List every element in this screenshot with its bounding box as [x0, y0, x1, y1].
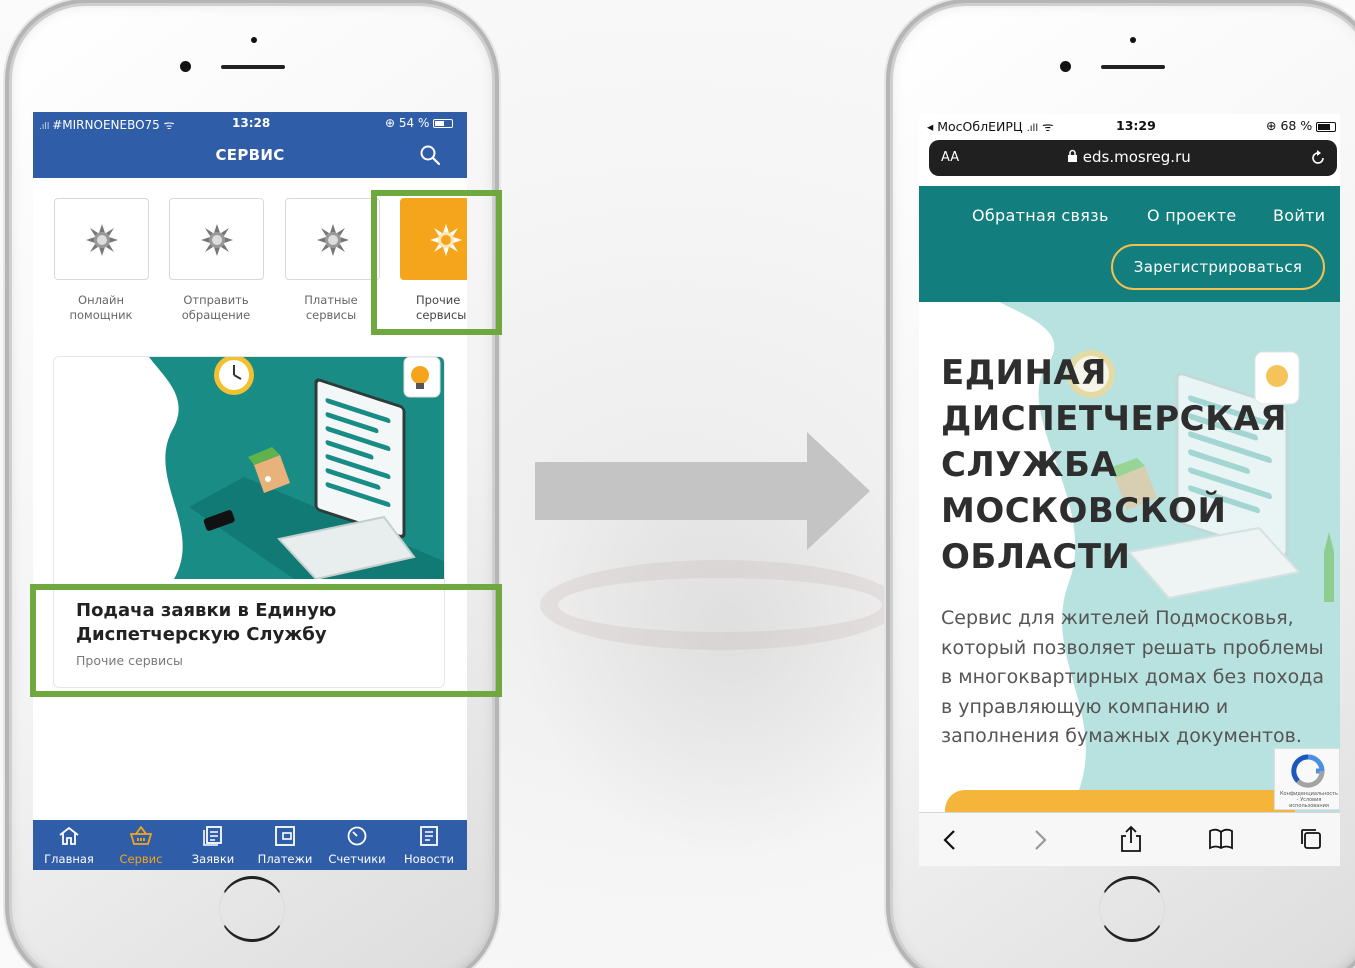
tab-home[interactable]: Главная — [33, 820, 105, 870]
basket-icon — [130, 826, 152, 845]
status-time: 13:28 — [232, 116, 271, 130]
hero-description: Сервис для жителей Подмосковья, который … — [941, 607, 1325, 747]
right-phone-screen: ◂ МосОблЕИРЦ .ıll ᯤ 13:29 ⊕ 68 % AA eds.… — [919, 114, 1340, 866]
background-glasses — [540, 560, 900, 650]
register-button[interactable]: Зарегистрироваться — [1111, 244, 1325, 290]
service-label-paid-services: Платные сервисы — [304, 293, 358, 322]
tab-service[interactable]: Сервис — [105, 820, 177, 870]
recaptcha-icon — [1291, 754, 1325, 788]
service-tile-online-helper[interactable] — [54, 198, 149, 280]
sun-gear-icon — [86, 224, 118, 256]
tab-meters-label: Счетчики — [328, 852, 386, 866]
news-icon — [420, 826, 438, 846]
home-button[interactable] — [219, 876, 285, 942]
bookmarks-icon[interactable] — [1208, 827, 1234, 851]
tab-payments-label: Платежи — [257, 852, 313, 866]
status-battery: ⊕ 54 % — [385, 116, 454, 130]
browser-url-bar[interactable]: AA eds.mosreg.ru — [929, 140, 1337, 176]
browser-toolbar — [919, 812, 1340, 866]
status-carrier: .ıll #MIRNOENEBO75 ᯤ — [39, 118, 175, 132]
tab-news-label: Новости — [404, 852, 454, 866]
app-header: .ıll #MIRNOENEBO75 ᯤ 13:28 ⊕ 54 % СЕРВИС — [33, 112, 467, 178]
status-time: 13:29 — [1116, 118, 1156, 133]
service-tile-send-request[interactable] — [169, 198, 264, 280]
tab-requests[interactable]: Заявки — [177, 820, 249, 870]
wallet-icon — [275, 826, 295, 846]
site-nav: Обратная связь О проекте Войти Зарегистр… — [919, 186, 1340, 302]
status-carrier: ◂ МосОблЕИРЦ .ıll ᯤ — [927, 119, 1054, 134]
url-text: eds.mosreg.ru — [1067, 148, 1191, 166]
proximity-sensor — [251, 37, 257, 43]
search-icon[interactable] — [419, 144, 441, 166]
tab-meters[interactable]: Счетчики — [321, 820, 393, 870]
tab-service-label: Сервис — [119, 852, 163, 866]
home-icon — [59, 826, 79, 845]
highlight-other-services — [371, 190, 502, 335]
front-camera — [1060, 61, 1071, 72]
front-camera — [180, 61, 191, 72]
tab-payments[interactable]: Платежи — [249, 820, 321, 870]
proximity-sensor — [1130, 37, 1136, 43]
bottom-tab-bar: Главная Сервис Заявки Платежи Счетчики Н… — [33, 820, 467, 870]
sun-gear-icon — [317, 224, 349, 256]
hero-cta-button[interactable] — [945, 790, 1295, 812]
tab-home-label: Главная — [44, 852, 94, 866]
hero-section: ЕДИНАЯ ДИСПЕТЧЕРСКАЯ СЛУЖБА МОСКОВСКОЙ О… — [919, 302, 1340, 812]
share-icon[interactable] — [1119, 825, 1143, 853]
nav-feedback-link[interactable]: Обратная связь — [972, 206, 1109, 225]
tab-requests-label: Заявки — [191, 852, 235, 866]
highlight-service-card — [30, 584, 502, 697]
service-label-send-request: Отправить обращение — [181, 293, 251, 322]
text-size-button[interactable]: AA — [941, 150, 959, 165]
hero-title: ЕДИНАЯ ДИСПЕТЧЕРСКАЯ СЛУЖБА МОСКОВСКОЙ О… — [941, 353, 1287, 577]
nav-login-link[interactable]: Войти — [1273, 206, 1325, 225]
arrow-right-icon — [535, 432, 870, 550]
service-label-online-helper: Онлайн помощник — [69, 293, 133, 322]
tab-news[interactable]: Новости — [393, 820, 467, 870]
earpiece-speaker — [1101, 65, 1165, 69]
home-button[interactable] — [1099, 876, 1165, 942]
meter-icon — [347, 826, 367, 846]
page-title: СЕРВИС — [215, 146, 285, 164]
requests-icon — [203, 826, 222, 846]
nav-about-link[interactable]: О проекте — [1147, 206, 1236, 225]
recaptcha-caption: Конфиденциальность - Условия использован… — [1279, 791, 1338, 809]
recaptcha-badge[interactable]: Конфиденциальность - Условия использован… — [1274, 748, 1340, 810]
service-tile-paid-services[interactable] — [285, 198, 380, 280]
back-icon[interactable] — [941, 827, 959, 853]
reload-icon[interactable] — [1309, 149, 1327, 167]
forward-icon[interactable] — [1031, 827, 1049, 853]
tabs-icon[interactable] — [1299, 827, 1323, 851]
earpiece-speaker — [221, 65, 285, 69]
card-illustration — [149, 357, 444, 579]
lock-icon — [1068, 149, 1077, 162]
sun-gear-icon — [201, 224, 233, 256]
status-battery: ⊕ 68 % — [1266, 118, 1337, 133]
